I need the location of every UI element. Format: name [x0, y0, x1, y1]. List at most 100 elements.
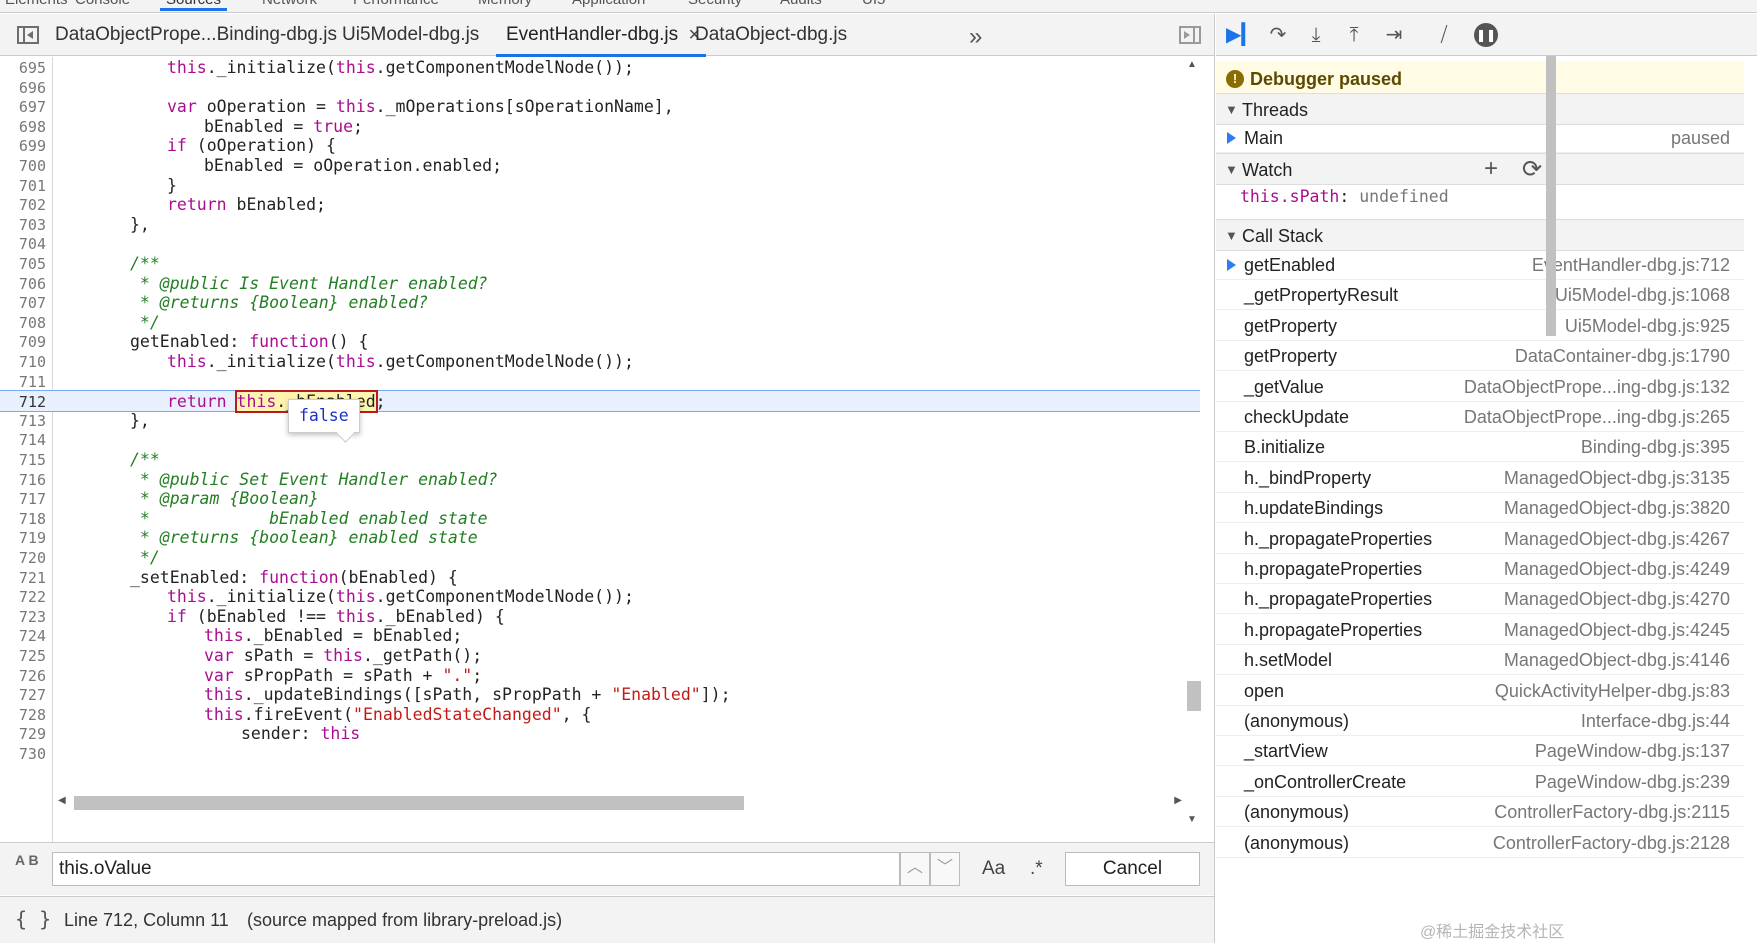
- call-frame[interactable]: open QuickActivityHelper-dbg.js:83: [1216, 676, 1744, 706]
- call-frame[interactable]: h._propagateProperties ManagedObject-dbg.…: [1216, 584, 1744, 615]
- tab-performance[interactable]: Performance: [353, 0, 439, 8]
- frame-location[interactable]: EventHandler-dbg.js:712: [1532, 255, 1730, 276]
- scroll-right-icon[interactable]: ▶: [1174, 795, 1182, 806]
- frame-location[interactable]: ControllerFactory-dbg.js:2128: [1493, 833, 1730, 854]
- scrollbar-thumb[interactable]: [1546, 56, 1556, 336]
- match-case-button[interactable]: Aa: [982, 858, 1005, 880]
- pretty-print-icon[interactable]: { }: [15, 907, 51, 931]
- tab-network[interactable]: Network: [262, 0, 317, 8]
- debugger-scrollbar[interactable]: [1545, 56, 1557, 943]
- step-icon[interactable]: ⇥: [1380, 22, 1408, 48]
- scroll-up-icon[interactable]: ▲: [1187, 59, 1197, 70]
- frame-location[interactable]: DataObjectPrope...ing-dbg.js:132: [1464, 377, 1730, 398]
- navigator-toggle-icon[interactable]: [17, 26, 39, 44]
- tab-ui5[interactable]: UI5: [862, 0, 885, 8]
- replace-toggle-icon[interactable]: A B: [15, 853, 39, 867]
- code-view[interactable]: 695 this._initialize(this.getComponentMod…: [0, 57, 1200, 842]
- source-map-info[interactable]: (source mapped from library-preload.js): [247, 910, 562, 931]
- frame-location[interactable]: QuickActivityHelper-dbg.js:83: [1495, 681, 1730, 702]
- line-number[interactable]: 730: [0, 743, 46, 765]
- scrollbar-thumb[interactable]: [74, 796, 744, 810]
- tab-console[interactable]: Console: [75, 0, 130, 8]
- pause-on-exceptions-icon[interactable]: ❚❚: [1474, 23, 1498, 47]
- tab-application[interactable]: Application: [572, 0, 645, 8]
- watch-header[interactable]: ▼ Watch + ⟳: [1216, 153, 1744, 185]
- file-tab-dataobjectpropertybinding[interactable]: DataObjectPrope...Binding-dbg.js: [55, 14, 337, 56]
- watch-item[interactable]: this.sPath: undefined: [1216, 183, 1744, 217]
- call-frame[interactable]: checkUpdate DataObjectPrope...ing-dbg.js:…: [1216, 402, 1744, 432]
- code-line[interactable]: 730: [0, 743, 1200, 765]
- search-prev-button[interactable]: ︿: [900, 852, 930, 886]
- frame-function: _onControllerCreate: [1244, 771, 1407, 792]
- more-tabs-icon[interactable]: »: [969, 23, 982, 51]
- tab-security[interactable]: Security: [688, 0, 742, 8]
- frame-location[interactable]: ManagedObject-dbg.js:4245: [1504, 620, 1730, 641]
- frame-location[interactable]: ManagedObject-dbg.js:3135: [1504, 468, 1730, 489]
- horizontal-scrollbar[interactable]: ◀ ▶: [56, 795, 1184, 810]
- frame-location[interactable]: Ui5Model-dbg.js:925: [1565, 316, 1730, 337]
- scroll-left-icon[interactable]: ◀: [58, 795, 66, 806]
- frame-location[interactable]: ManagedObject-dbg.js:4270: [1504, 589, 1730, 610]
- scrollbar-thumb[interactable]: [1187, 681, 1201, 711]
- regex-button[interactable]: .*: [1030, 858, 1043, 880]
- frame-location[interactable]: Binding-dbg.js:395: [1581, 437, 1730, 458]
- search-next-button[interactable]: ﹀: [930, 852, 960, 886]
- info-icon: !: [1226, 70, 1244, 88]
- step-out-icon[interactable]: ⤒: [1340, 22, 1368, 48]
- file-tab-eventhandler[interactable]: EventHandler-dbg.js ×: [495, 14, 707, 57]
- call-frame[interactable]: B.initialize Binding-dbg.js:395: [1216, 432, 1744, 463]
- frame-location[interactable]: DataObjectPrope...ing-dbg.js:265: [1464, 407, 1730, 428]
- call-frame[interactable]: _startView PageWindow-dbg.js:137: [1216, 736, 1744, 767]
- scroll-down-icon[interactable]: ▼: [1187, 814, 1197, 825]
- call-frame[interactable]: h.setModel ManagedObject-dbg.js:4146: [1216, 645, 1744, 676]
- frame-location[interactable]: Interface-dbg.js:44: [1581, 711, 1730, 732]
- call-frame[interactable]: h.propagateProperties ManagedObject-dbg.j…: [1216, 615, 1744, 645]
- tab-sources[interactable]: Sources: [159, 0, 228, 11]
- threads-header[interactable]: ▼ Threads: [1216, 93, 1744, 125]
- add-watch-icon[interactable]: +: [1484, 155, 1498, 183]
- vertical-scrollbar[interactable]: ▲ ▼: [1184, 57, 1201, 842]
- call-stack-header[interactable]: ▼ Call Stack: [1216, 219, 1744, 251]
- call-frame[interactable]: (anonymous) ControllerFactory-dbg.js:2115: [1216, 797, 1744, 828]
- call-frame[interactable]: h._bindProperty ManagedObject-dbg.js:3135: [1216, 463, 1744, 493]
- frame-location[interactable]: ManagedObject-dbg.js:3820: [1504, 498, 1730, 519]
- refresh-watch-icon[interactable]: ⟳: [1522, 155, 1542, 184]
- call-frame[interactable]: _getValue DataObjectPrope...ing-dbg.js:13…: [1216, 372, 1744, 402]
- expand-triangle-icon: ▼: [1225, 228, 1238, 243]
- frame-location[interactable]: PageWindow-dbg.js:137: [1535, 741, 1730, 762]
- tab-memory[interactable]: Memory: [478, 0, 532, 8]
- debugger-sidebar-toggle-icon[interactable]: [1179, 26, 1201, 44]
- call-frame[interactable]: h.propagateProperties ManagedObject-dbg.j…: [1216, 554, 1744, 584]
- cancel-button[interactable]: Cancel: [1065, 852, 1200, 886]
- frame-location[interactable]: PageWindow-dbg.js:239: [1535, 772, 1730, 793]
- call-frame[interactable]: _onControllerCreate PageWindow-dbg.js:239: [1216, 767, 1744, 797]
- call-frame[interactable]: getProperty DataContainer-dbg.js:1790: [1216, 341, 1744, 372]
- thread-row-main[interactable]: Main paused: [1216, 123, 1744, 153]
- tab-audits[interactable]: Audits: [780, 0, 822, 8]
- tab-elements[interactable]: Elements: [5, 0, 68, 8]
- file-tab-ui5model[interactable]: Ui5Model-dbg.js: [342, 14, 479, 56]
- frame-function: h._bindProperty: [1244, 467, 1372, 488]
- deactivate-breakpoints-icon[interactable]: ⧸: [1430, 22, 1458, 48]
- call-frame[interactable]: getProperty Ui5Model-dbg.js:925: [1216, 311, 1744, 341]
- current-thread-arrow-icon: [1227, 132, 1236, 144]
- step-over-icon[interactable]: ↷: [1264, 22, 1292, 48]
- frame-location[interactable]: ControllerFactory-dbg.js:2115: [1494, 802, 1730, 823]
- step-into-icon[interactable]: ⤓: [1302, 22, 1330, 48]
- frame-function: h._propagateProperties: [1244, 589, 1433, 610]
- call-frame[interactable]: getEnabled EventHandler-dbg.js:712: [1216, 250, 1744, 280]
- call-frame[interactable]: _getPropertyResult Ui5Model-dbg.js:1068: [1216, 280, 1744, 311]
- frame-location[interactable]: ManagedObject-dbg.js:4146: [1504, 650, 1730, 671]
- frame-location[interactable]: Ui5Model-dbg.js:1068: [1555, 285, 1730, 306]
- frame-location[interactable]: ManagedObject-dbg.js:4249: [1504, 559, 1730, 580]
- frame-location[interactable]: ManagedObject-dbg.js:4267: [1504, 529, 1730, 550]
- file-tab-dataobject[interactable]: DataObject-dbg.js: [695, 14, 847, 56]
- call-frame[interactable]: (anonymous) Interface-dbg.js:44: [1216, 706, 1744, 736]
- call-frame[interactable]: h.updateBindings ManagedObject-dbg.js:382…: [1216, 493, 1744, 524]
- call-frame[interactable]: h._propagateProperties ManagedObject-dbg.…: [1216, 524, 1744, 554]
- search-input[interactable]: [52, 852, 900, 886]
- paused-message: Debugger paused: [1250, 69, 1403, 89]
- frame-function: (anonymous): [1244, 802, 1350, 823]
- resume-icon[interactable]: ▶▎: [1226, 22, 1257, 48]
- call-frame[interactable]: (anonymous) ControllerFactory-dbg.js:2128: [1216, 828, 1744, 858]
